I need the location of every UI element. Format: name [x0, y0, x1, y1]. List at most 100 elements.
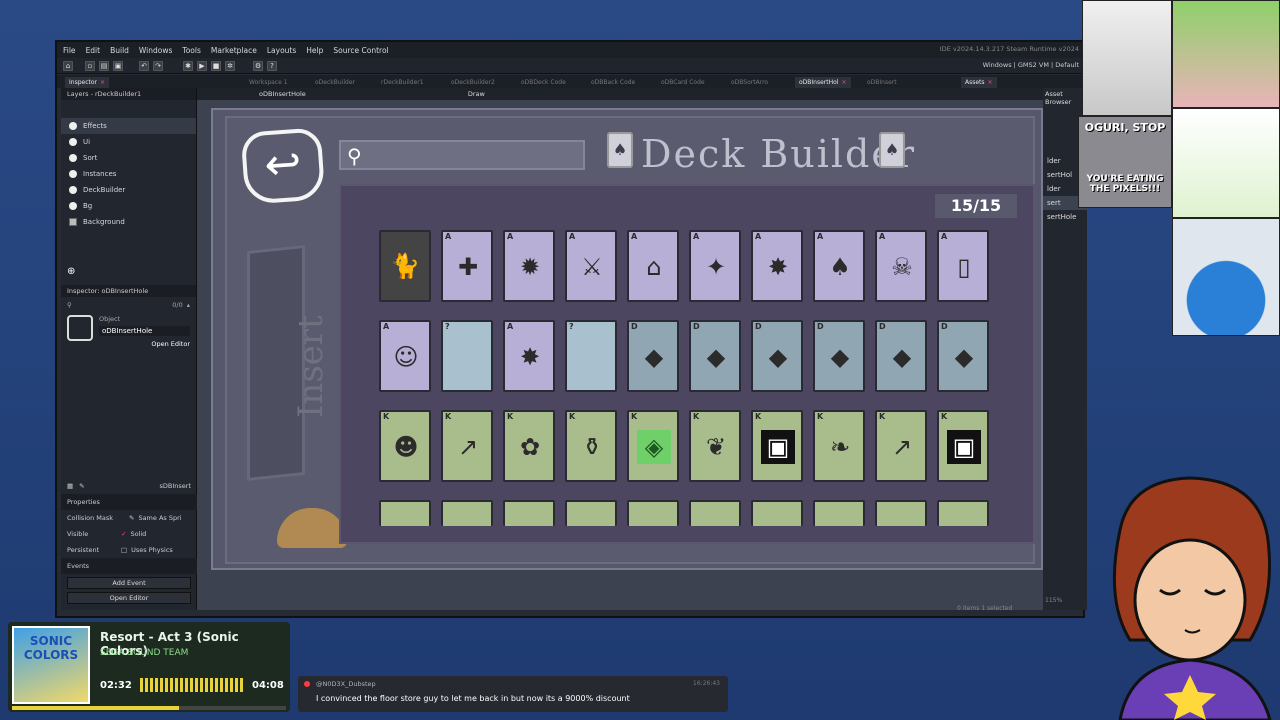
- tab-odeckbuilder2[interactable]: oDeckBuilder2: [447, 77, 499, 88]
- home-icon[interactable]: ⌂: [63, 61, 73, 71]
- tab-assets[interactable]: Assets ×: [961, 77, 997, 88]
- object-name[interactable]: oDBInsertHole: [99, 326, 190, 336]
- layer-item-effects[interactable]: Effects: [61, 118, 196, 134]
- background-layer-icon[interactable]: [69, 218, 77, 226]
- card-sword[interactable]: A ⚔: [565, 230, 617, 302]
- sprite-edit-icon[interactable]: ▦: [67, 482, 73, 490]
- open-file-icon[interactable]: ▤: [99, 61, 109, 71]
- debug-icon[interactable]: ✲: [225, 61, 235, 71]
- back-button[interactable]: ↩: [240, 127, 326, 205]
- stop-icon[interactable]: ■: [211, 61, 221, 71]
- card-pow[interactable]: A ✸: [751, 230, 803, 302]
- close-icon[interactable]: ×: [988, 79, 993, 86]
- close-icon[interactable]: ×: [100, 79, 105, 86]
- card-fighter[interactable]: A ✦: [689, 230, 741, 302]
- play-icon[interactable]: ▶: [197, 61, 207, 71]
- menu-item-help[interactable]: Help: [306, 46, 323, 55]
- card-spade[interactable]: A ♠: [813, 230, 865, 302]
- layer-item-instances[interactable]: Instances: [61, 166, 196, 182]
- tab-rdeckbuilder1[interactable]: rDeckBuilder1: [377, 77, 428, 88]
- layer-item-sort[interactable]: Sort: [61, 150, 196, 166]
- tab-odbinserthol[interactable]: oDBInsertHol ×: [795, 77, 851, 88]
- card-partial[interactable]: [875, 500, 927, 526]
- redo-icon[interactable]: ↷: [153, 61, 163, 71]
- open-editor-button[interactable]: Open Editor: [99, 340, 190, 348]
- card-gem[interactable]: K ◈: [627, 410, 679, 482]
- card-search-input[interactable]: ⚲: [339, 140, 585, 170]
- card-diamond[interactable]: D ◆: [875, 320, 927, 392]
- card-partial[interactable]: [689, 500, 741, 526]
- visibility-icon[interactable]: [69, 186, 77, 194]
- card-jar[interactable]: K ⚱: [565, 410, 617, 482]
- card-blank[interactable]: ?: [441, 320, 493, 392]
- menu-item-marketplace[interactable]: Marketplace: [211, 46, 257, 55]
- card-diamond[interactable]: D ◆: [627, 320, 679, 392]
- save-icon[interactable]: ▣: [113, 61, 123, 71]
- draw-label[interactable]: Draw: [468, 90, 485, 98]
- menu-item-source-control[interactable]: Source Control: [333, 46, 388, 55]
- card-face[interactable]: K ☻: [379, 410, 431, 482]
- visibility-icon[interactable]: [69, 138, 77, 146]
- card-arrow[interactable]: K ↗: [441, 410, 493, 482]
- asset-item[interactable]: sertHole: [1043, 210, 1087, 224]
- card-tv[interactable]: K ▣: [937, 410, 989, 482]
- card-tv[interactable]: K ▣: [751, 410, 803, 482]
- clean-icon[interactable]: ✱: [183, 61, 193, 71]
- tab-odbdeck-code[interactable]: oDBDeck Code: [517, 77, 570, 88]
- menu-item-edit[interactable]: Edit: [86, 46, 101, 55]
- card-leaves[interactable]: K ❦: [689, 410, 741, 482]
- menu-item-build[interactable]: Build: [110, 46, 129, 55]
- same-as-sprite[interactable]: Same As Spri: [138, 514, 181, 522]
- collapse-icon[interactable]: ▴: [187, 301, 196, 309]
- tab-odbcard-code[interactable]: oDBCard Code: [657, 77, 709, 88]
- card-partial[interactable]: [565, 500, 617, 526]
- visibility-icon[interactable]: [69, 202, 77, 210]
- new-file-icon[interactable]: ▫: [85, 61, 95, 71]
- layer-item-ui[interactable]: Ui: [61, 134, 196, 150]
- card-bread[interactable]: A ⌂: [627, 230, 679, 302]
- help-icon[interactable]: ?: [267, 61, 277, 71]
- card-arrow[interactable]: K ↗: [875, 410, 927, 482]
- card-partial[interactable]: [937, 500, 989, 526]
- add-layer-icon[interactable]: ⊕: [61, 266, 196, 277]
- card-partial[interactable]: [503, 500, 555, 526]
- target-selector[interactable]: Windows | GMS2 VM | Default: [983, 61, 1079, 69]
- menu-item-tools[interactable]: Tools: [182, 46, 200, 55]
- card-plant[interactable]: K ✿: [503, 410, 555, 482]
- card-blob[interactable]: K ❧: [813, 410, 865, 482]
- tab-inspector[interactable]: Inspector ×: [65, 77, 110, 88]
- close-icon[interactable]: ×: [841, 79, 846, 86]
- card-card[interactable]: A ▯: [937, 230, 989, 302]
- card-explosion[interactable]: A ✹: [503, 230, 555, 302]
- menu-item-layouts[interactable]: Layouts: [267, 46, 296, 55]
- visible-checkbox[interactable]: ✓: [121, 530, 126, 538]
- sprite-new-icon[interactable]: ✎: [79, 482, 84, 490]
- tab-workspace-1[interactable]: Workspace 1: [245, 77, 292, 88]
- tab-odbsortarro[interactable]: oDBSortArro: [727, 77, 772, 88]
- tab-odbback-code[interactable]: oDBBack Code: [587, 77, 639, 88]
- card-diamond[interactable]: D ◆: [689, 320, 741, 392]
- visibility-icon[interactable]: [69, 154, 77, 162]
- card-skull[interactable]: A ☠: [875, 230, 927, 302]
- menu-item-windows[interactable]: Windows: [139, 46, 172, 55]
- tab-odbinsert[interactable]: oDBInsert: [863, 77, 901, 88]
- sprite-name[interactable]: sDBInsert: [160, 482, 192, 490]
- visibility-icon[interactable]: [69, 122, 77, 130]
- visibility-icon[interactable]: [69, 170, 77, 178]
- card-partial[interactable]: [813, 500, 865, 526]
- card-partial[interactable]: [379, 500, 431, 526]
- layer-item-background[interactable]: Background: [61, 214, 196, 230]
- card-diamond[interactable]: D ◆: [937, 320, 989, 392]
- add-event-button[interactable]: Add Event: [67, 577, 191, 589]
- open-editor-button-2[interactable]: Open Editor: [67, 592, 191, 604]
- settings-icon[interactable]: ⚙: [253, 61, 263, 71]
- card-ghost[interactable]: A ☺: [379, 320, 431, 392]
- card-cat-photo[interactable]: 🐈: [379, 230, 431, 302]
- card-pow[interactable]: A ✸: [503, 320, 555, 392]
- card-diamond[interactable]: D ◆: [751, 320, 803, 392]
- card-plus[interactable]: A ✚: [441, 230, 493, 302]
- tab-odeckbuilder[interactable]: oDeckBuilder: [311, 77, 359, 88]
- card-partial[interactable]: [441, 500, 493, 526]
- menu-item-file[interactable]: File: [63, 46, 76, 55]
- undo-icon[interactable]: ↶: [139, 61, 149, 71]
